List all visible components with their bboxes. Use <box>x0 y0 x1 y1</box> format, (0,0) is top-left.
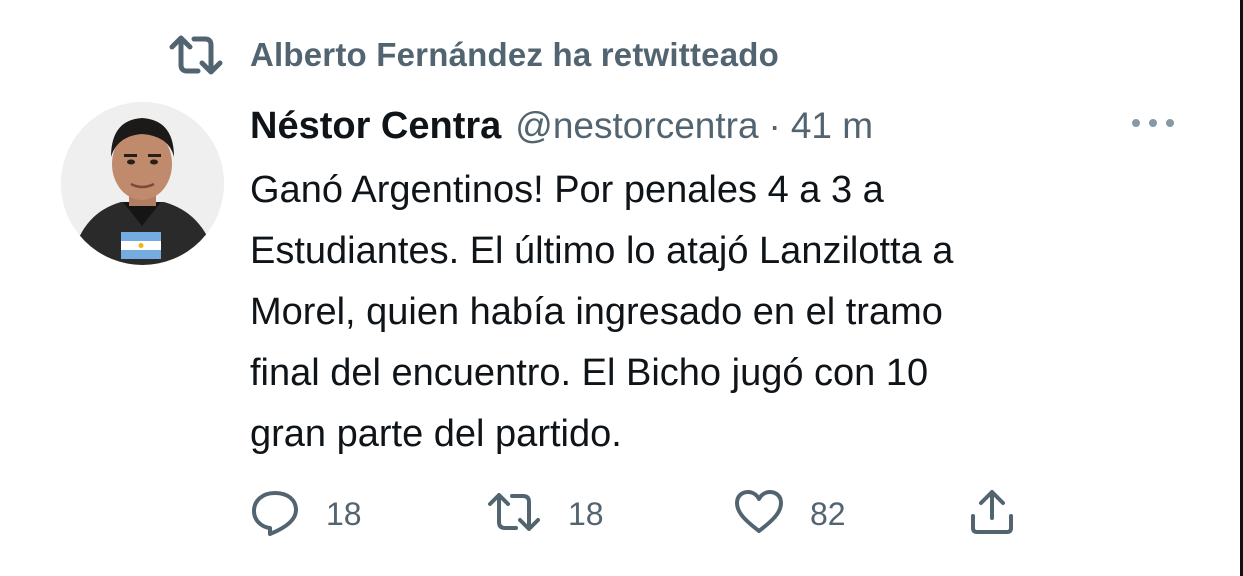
retweet-icon <box>486 490 542 539</box>
author-display-name[interactable]: Néstor Centra <box>250 105 501 148</box>
tweet-text-line: Morel, quien había ingresado en el tramo <box>250 291 943 333</box>
separator-dot: · <box>768 105 781 146</box>
like-count: 82 <box>810 495 846 532</box>
retweet-count: 18 <box>568 495 604 532</box>
reply-button[interactable]: 18 <box>250 486 362 542</box>
tweet-text: Ganó Argentinos! Por penales 4 a 3 a Est… <box>250 160 1210 465</box>
retweet-button[interactable]: 18 <box>486 486 604 542</box>
retweet-header: Alberto Fernández ha retwitteado <box>168 30 779 80</box>
tweet-text-line: gran parte del partido. <box>250 413 622 455</box>
reply-icon <box>250 488 300 541</box>
argentina-flag-icon <box>121 232 161 259</box>
reply-count: 18 <box>326 495 362 532</box>
tweet-timestamp[interactable]: 41 m <box>791 105 873 147</box>
avatar[interactable] <box>61 102 224 265</box>
like-button[interactable]: 82 <box>734 486 846 542</box>
tweet-text-line: Estudiantes. El último lo atajó Lanzilot… <box>250 230 954 272</box>
retweet-icon <box>168 33 226 77</box>
tweet-author-line: Néstor Centra @nestorcentra · 41 m <box>250 98 873 154</box>
more-options-icon[interactable] <box>1128 108 1178 138</box>
share-button[interactable] <box>968 486 1016 542</box>
author-handle[interactable]: @nestorcentra <box>515 105 758 147</box>
share-icon <box>968 488 1016 541</box>
heart-icon <box>734 489 784 540</box>
tweet-card: Alberto Fernández ha retwitteado Néstor … <box>0 0 1243 576</box>
tweet-text-line: final del encuentro. El Bicho jugó con 1… <box>250 352 929 394</box>
retweet-header-text[interactable]: Alberto Fernández ha retwitteado <box>250 36 779 74</box>
tweet-action-bar: 18 18 82 <box>250 486 1050 542</box>
tweet-text-line: Ganó Argentinos! Por penales 4 a 3 a <box>250 169 884 211</box>
